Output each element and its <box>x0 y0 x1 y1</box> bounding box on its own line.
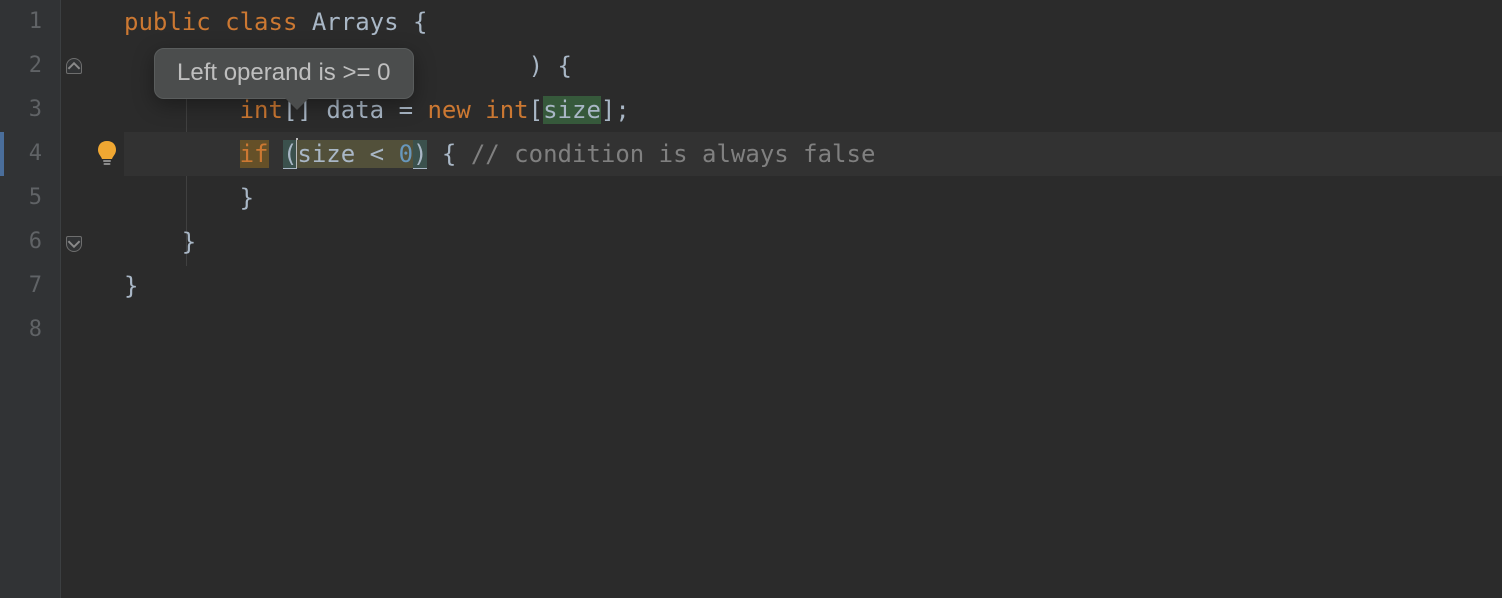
identifier-occurrence: size <box>543 96 601 124</box>
code-line-current[interactable]: if (size < 0) { // condition is always f… <box>124 132 1502 176</box>
identifier: size <box>297 140 355 168</box>
brace: { <box>442 140 456 168</box>
identifier: data <box>326 96 384 124</box>
line-number: 7 <box>0 264 42 308</box>
keyword: if <box>240 140 269 168</box>
keyword: int <box>240 96 283 124</box>
text: ) { <box>529 52 572 80</box>
semicolon: ; <box>615 96 629 124</box>
brace: } <box>182 228 196 256</box>
line-number: 2 <box>0 44 42 88</box>
fold-toggle-close-icon[interactable] <box>66 236 82 252</box>
code-line[interactable]: } <box>124 264 1502 308</box>
keyword: class <box>225 8 297 36</box>
line-number: 6 <box>0 220 42 264</box>
fold-toggle-open-icon[interactable] <box>66 58 82 74</box>
code-area[interactable]: public class Arrays { ) { int[] data = n… <box>104 0 1502 598</box>
inspection-tooltip: Left operand is >= 0 <box>154 48 414 99</box>
keyword: public <box>124 8 211 36</box>
bracket: [ <box>529 96 543 124</box>
line-number: 3 <box>0 88 42 132</box>
brace: } <box>124 272 138 300</box>
line-number-gutter: 1 2 3 4 5 6 7 8 <box>0 0 60 598</box>
paren-open: ( <box>283 140 297 169</box>
code-line[interactable]: } <box>124 220 1502 264</box>
line-number: 5 <box>0 176 42 220</box>
operator: < <box>370 140 384 168</box>
brace: { <box>413 8 427 36</box>
line-number: 4 <box>0 132 42 176</box>
brace: } <box>240 184 254 212</box>
fold-gutter <box>60 0 104 598</box>
code-editor[interactable]: 1 2 3 4 5 6 7 8 public class Arrays { <box>0 0 1502 598</box>
keyword: new <box>427 96 470 124</box>
line-number: 8 <box>0 308 42 352</box>
operator: = <box>399 96 413 124</box>
code-line[interactable] <box>124 308 1502 352</box>
comment: // condition is always false <box>471 140 876 168</box>
code-line[interactable]: } <box>124 176 1502 220</box>
paren-close: ) <box>413 140 427 169</box>
line-number: 1 <box>0 0 42 44</box>
bracket: ] <box>601 96 615 124</box>
tooltip-text: Left operand is >= 0 <box>177 59 391 86</box>
operator <box>384 140 398 168</box>
keyword: int <box>485 96 528 124</box>
code-line[interactable]: public class Arrays { <box>124 0 1502 44</box>
number: 0 <box>399 140 413 168</box>
class-name: Arrays <box>312 8 399 36</box>
operator <box>355 140 369 168</box>
